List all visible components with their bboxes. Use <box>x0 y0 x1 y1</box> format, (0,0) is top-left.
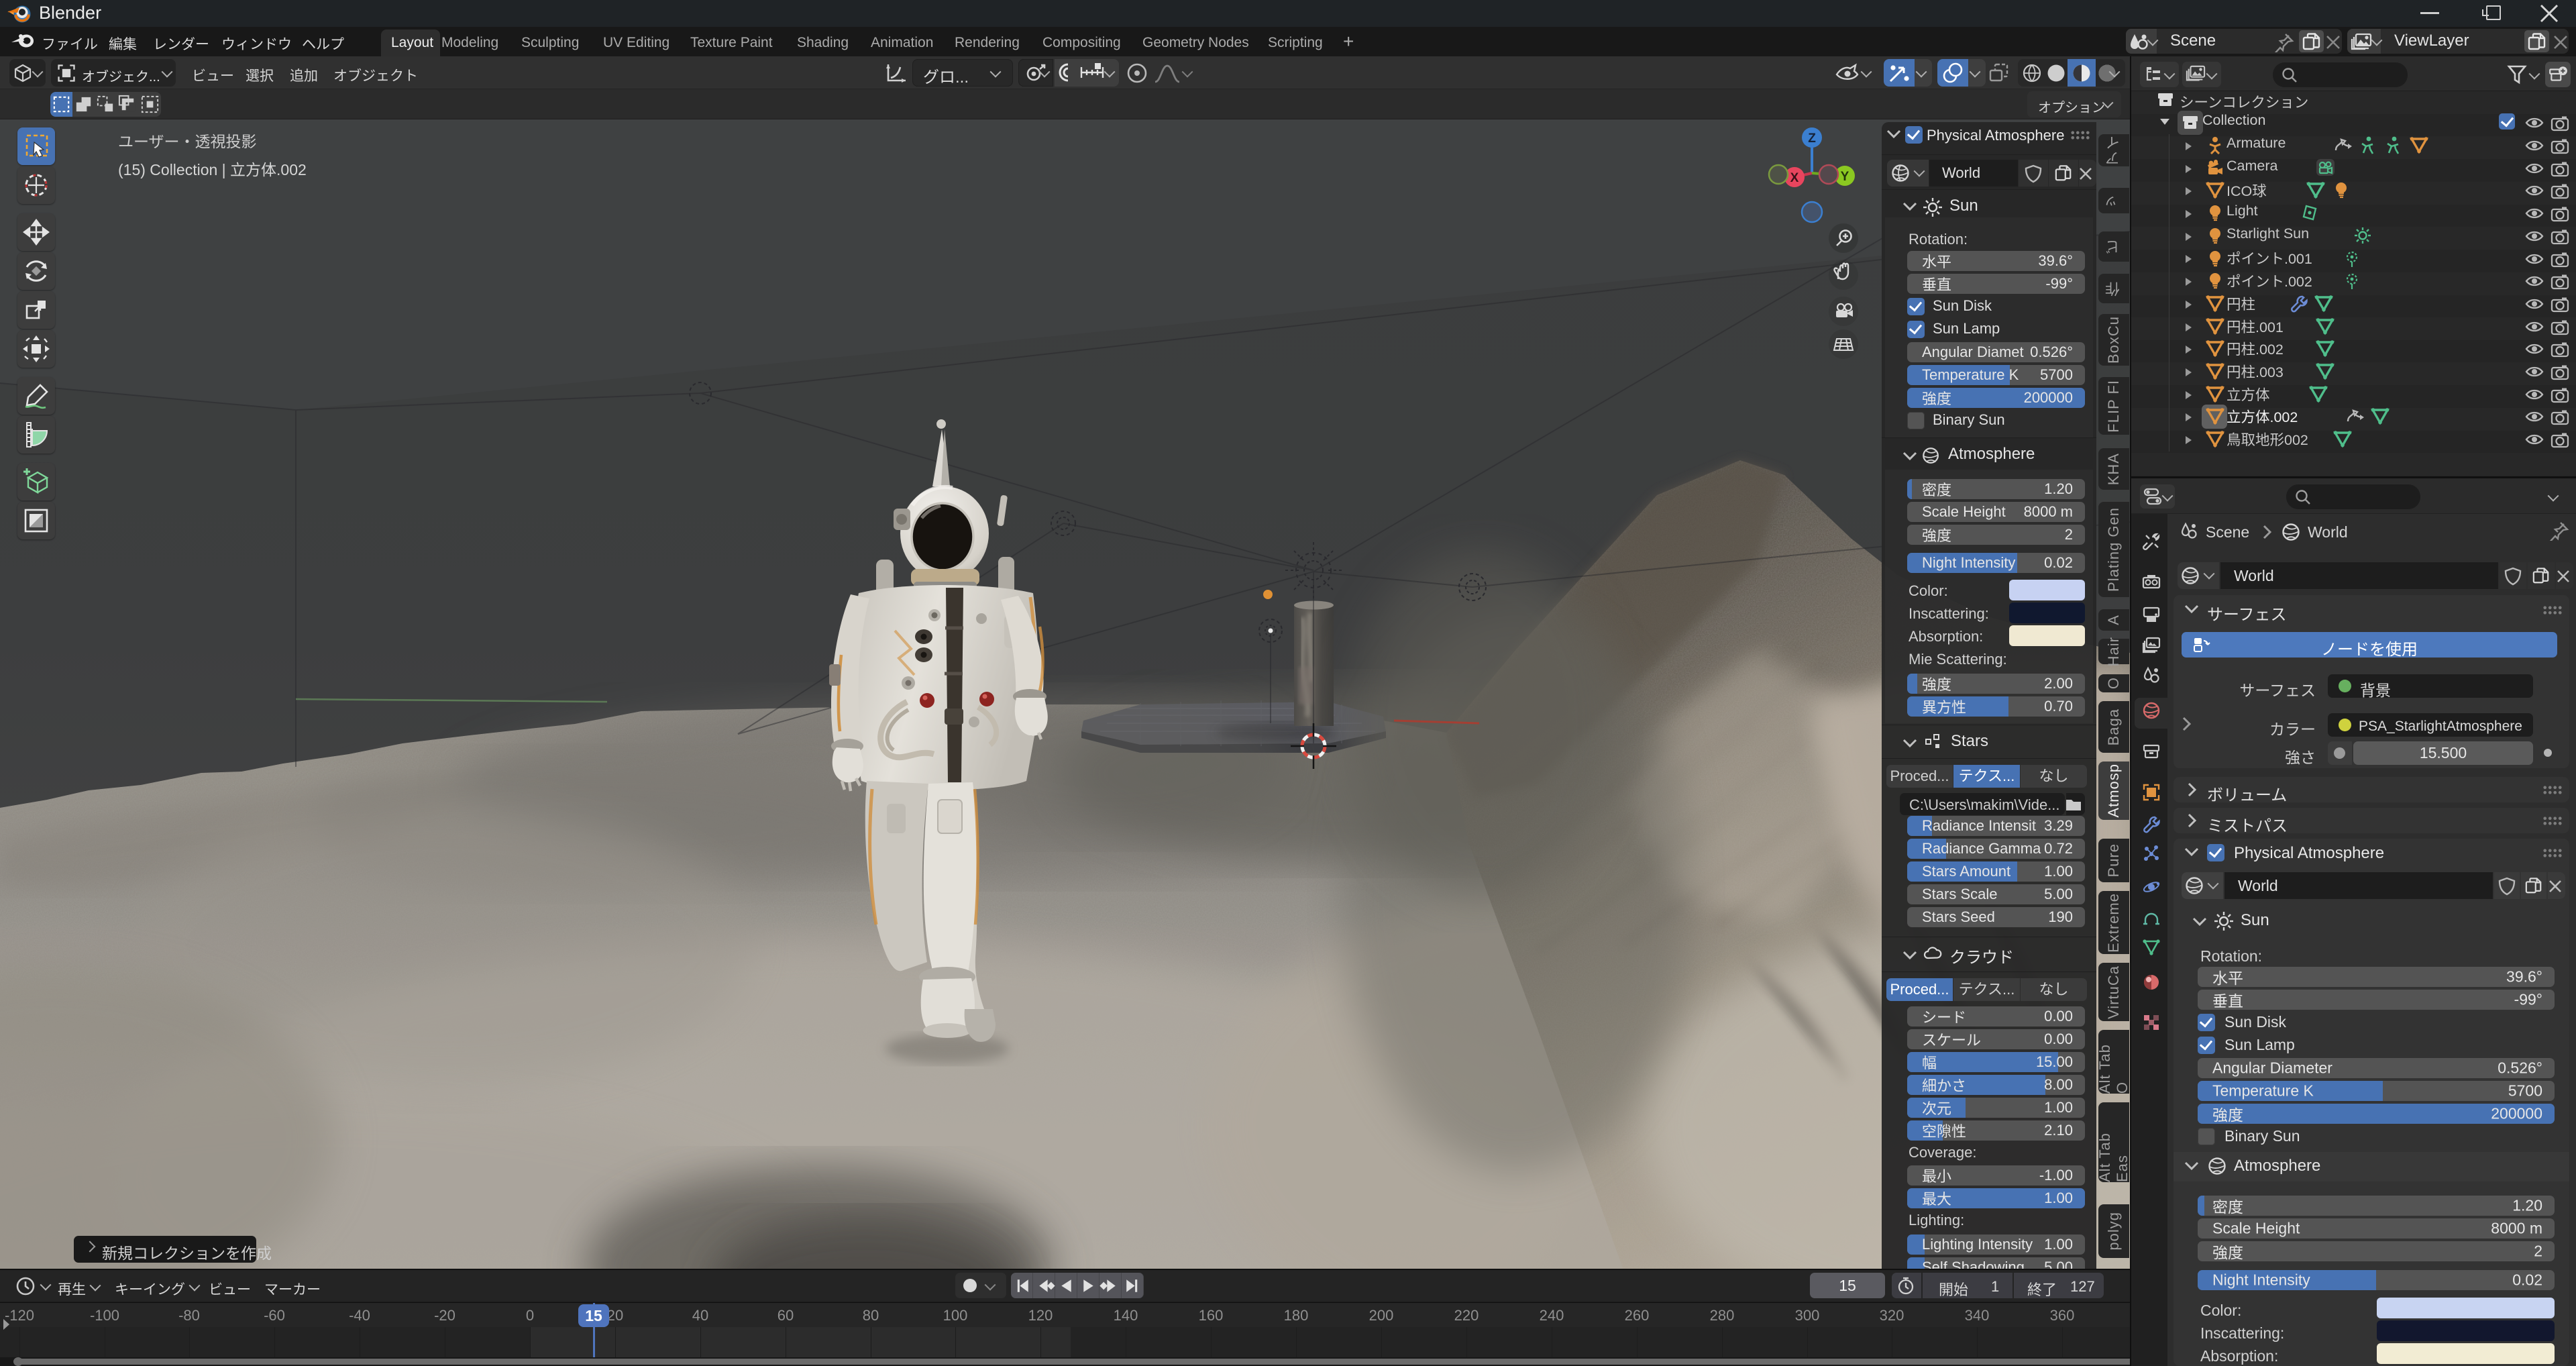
svg-text:X: X <box>1790 171 1799 185</box>
svg-text:Z: Z <box>1808 132 1816 146</box>
svg-text:Y: Y <box>1841 170 1849 184</box>
